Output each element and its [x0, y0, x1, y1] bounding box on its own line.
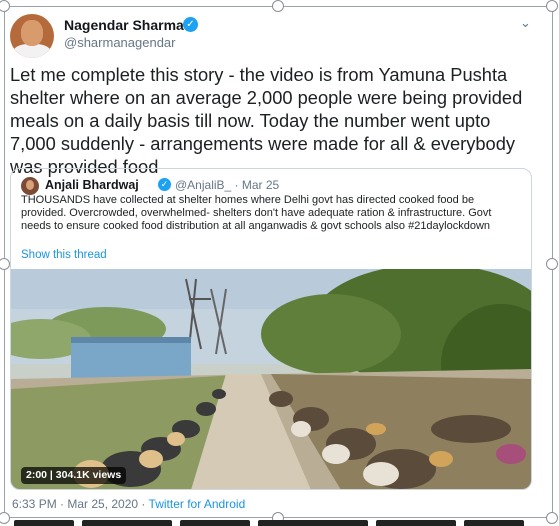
- video-thumbnail-image: [11, 269, 531, 489]
- quoted-author-name[interactable]: Anjali Bhardwaj: [45, 178, 139, 192]
- quoted-tweet-meta: @AnjaliB_ · Mar 25: [175, 178, 280, 192]
- resize-handle-top-center[interactable]: [272, 0, 284, 12]
- footer-separator: ·: [138, 497, 149, 511]
- source-app-link[interactable]: Twitter for Android: [149, 497, 246, 511]
- cropped-text-below: [0, 520, 559, 526]
- resize-handle-top-right[interactable]: [546, 0, 558, 12]
- tweet-footer: 6:33 PM · Mar 25, 2020 · Twitter for And…: [12, 497, 245, 511]
- author-handle[interactable]: @sharmanagendar: [64, 35, 175, 50]
- author-avatar[interactable]: [10, 14, 54, 58]
- video-duration: 2:00: [26, 469, 48, 481]
- chevron-down-icon[interactable]: ⌄: [520, 15, 531, 31]
- quoted-tweet-card[interactable]: Anjali Bhardwaj ✓ @AnjaliB_ · Mar 25 THO…: [10, 168, 532, 490]
- quoted-verified-badge-icon: ✓: [158, 178, 171, 191]
- show-thread-link[interactable]: Show this thread: [21, 249, 107, 261]
- quoted-tweet-text: THOUSANDS have collected at shelter home…: [21, 194, 492, 233]
- video-stats-badge: 2:00 | 304.1K views: [21, 467, 127, 484]
- tweet-timestamp[interactable]: 6:33 PM · Mar 25, 2020: [12, 497, 138, 511]
- quoted-author-avatar[interactable]: [21, 177, 39, 195]
- video-player[interactable]: 2:00 | 304.1K views: [11, 269, 531, 489]
- resize-handle-middle-right[interactable]: [546, 258, 558, 270]
- video-view-count: 304.1K views: [55, 469, 122, 481]
- author-name[interactable]: Nagendar Sharma: [64, 17, 184, 33]
- verified-badge-icon: ✓: [183, 17, 198, 32]
- tweet-text: Let me complete this story - the video i…: [10, 64, 523, 177]
